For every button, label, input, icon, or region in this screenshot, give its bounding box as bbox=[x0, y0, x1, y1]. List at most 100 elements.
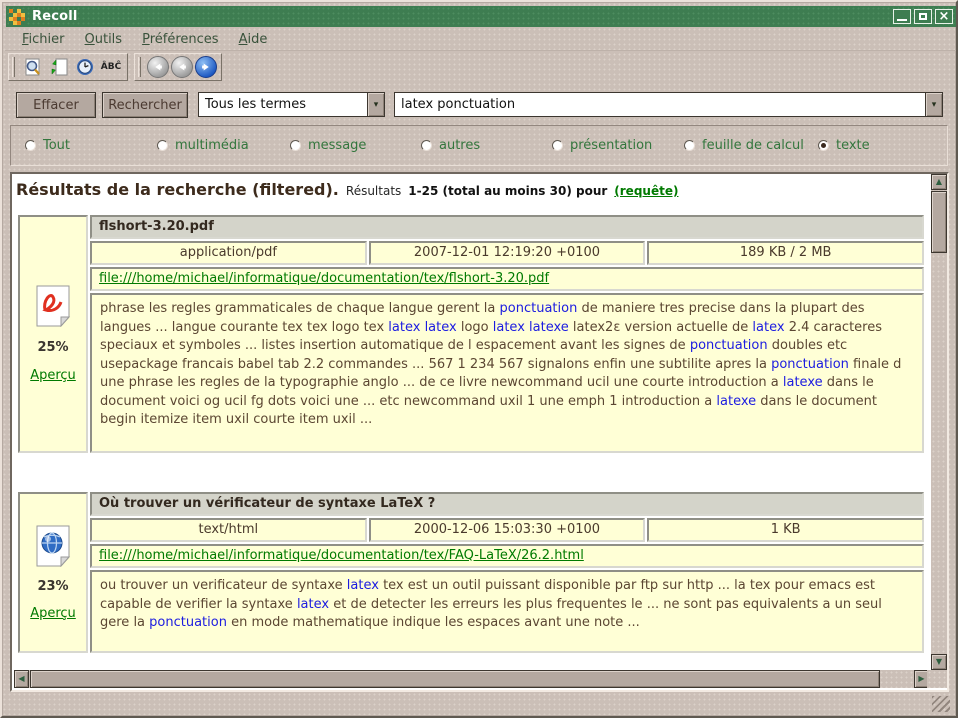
result-snippet: phrase les regles grammaticales de chaqu… bbox=[90, 293, 924, 453]
highlight-term: latex bbox=[425, 320, 457, 335]
scrollbar-corner bbox=[927, 670, 947, 688]
filter-radio-feuille-de-calcul[interactable]: feuille de calcul bbox=[684, 126, 804, 165]
sort-parameters-button[interactable] bbox=[47, 55, 71, 79]
document-sort-icon bbox=[49, 57, 69, 77]
close-icon: × bbox=[939, 10, 950, 23]
preview-link[interactable]: Aperçu bbox=[30, 606, 76, 621]
window-title: Recoll bbox=[32, 9, 78, 24]
highlight-term: latex bbox=[493, 320, 525, 335]
results-list: Résultats de la recherche (filtered). Ré… bbox=[10, 172, 949, 692]
preview-link[interactable]: Aperçu bbox=[30, 368, 76, 383]
document-history-button[interactable] bbox=[73, 55, 97, 79]
radio-icon bbox=[818, 140, 829, 151]
result-date: 2000-12-06 15:03:30 +0100 bbox=[369, 518, 646, 542]
arrow-right-icon bbox=[199, 60, 213, 74]
filter-radio-autres[interactable]: autres bbox=[421, 126, 480, 165]
category-filter-bar: Tout multimédia message autres présentat… bbox=[10, 125, 948, 166]
filter-radio-message[interactable]: message bbox=[290, 126, 366, 165]
highlight-term: latexe bbox=[716, 394, 756, 409]
next-page-button[interactable] bbox=[195, 56, 217, 78]
results-header: Résultats de la recherche (filtered). Ré… bbox=[16, 180, 678, 199]
horizontal-scrollbar[interactable]: ◀ ▶ bbox=[14, 670, 929, 688]
filter-radio-presentation[interactable]: présentation bbox=[552, 126, 652, 165]
toolbar: ÂBĈ bbox=[8, 53, 222, 81]
result-url-link[interactable]: file:///home/michael/informatique/docume… bbox=[99, 548, 584, 563]
titlebar[interactable]: Recoll × bbox=[6, 6, 956, 27]
result-item-2[interactable]: 23% Aperçu Où trouver un vérificateur de… bbox=[18, 492, 924, 653]
first-page-button[interactable] bbox=[147, 56, 169, 78]
search-query-combobox[interactable]: latex ponctuation ▾ bbox=[394, 92, 943, 117]
menu-aide[interactable]: Aide bbox=[230, 31, 277, 48]
search-button[interactable]: Rechercher bbox=[102, 92, 188, 118]
close-button[interactable]: × bbox=[935, 9, 953, 24]
relevance-percent: 23% bbox=[37, 579, 68, 594]
toolbar-handle[interactable] bbox=[138, 57, 141, 77]
menubar: Fichier Outils Préférences Aide bbox=[5, 29, 957, 51]
snippet-text: ou trouver un verificateur de syntaxe bbox=[100, 578, 347, 593]
dropdown-arrow-icon[interactable]: ▾ bbox=[367, 93, 384, 116]
snippet-text: logo bbox=[457, 320, 493, 335]
radio-icon bbox=[157, 140, 168, 151]
highlight-term: latex bbox=[297, 597, 329, 612]
search-mode-select[interactable]: Tous les termes ▾ bbox=[198, 92, 385, 117]
snippet-text: latex2ε version actuelle de bbox=[569, 320, 753, 335]
dropdown-arrow-icon[interactable]: ▾ bbox=[925, 93, 942, 116]
horizontal-scroll-thumb[interactable] bbox=[30, 670, 880, 688]
query-details-link[interactable]: (requête) bbox=[614, 184, 678, 198]
result-url-link[interactable]: file:///home/michael/informatique/docume… bbox=[99, 271, 549, 286]
radio-icon bbox=[290, 140, 301, 151]
result-snippet: ou trouver un verificateur de syntaxe la… bbox=[90, 570, 924, 653]
html-document-icon bbox=[34, 525, 72, 567]
filter-radio-tout[interactable]: Tout bbox=[25, 126, 70, 165]
result-size: 1 KB bbox=[647, 518, 924, 542]
menu-fichier[interactable]: Fichier bbox=[13, 31, 74, 48]
result-size: 189 KB / 2 MB bbox=[647, 241, 924, 265]
result-side-panel: 25% Aperçu bbox=[18, 215, 88, 453]
scroll-left-icon: ◀ bbox=[18, 675, 24, 683]
menu-outils[interactable]: Outils bbox=[76, 31, 132, 48]
highlight-term: latexe bbox=[783, 375, 823, 390]
toolbar-handle[interactable] bbox=[12, 57, 15, 77]
result-item-1[interactable]: 25% Aperçu flshort-3.20.pdf application/… bbox=[18, 215, 924, 453]
maximize-button[interactable] bbox=[914, 9, 932, 24]
toolbar-group-nav bbox=[134, 53, 222, 81]
radio-icon bbox=[421, 140, 432, 151]
search-mode-value: Tous les termes bbox=[199, 97, 367, 112]
previous-page-button[interactable] bbox=[171, 56, 193, 78]
vertical-scrollbar[interactable]: ▲ ▼ bbox=[931, 174, 947, 670]
scroll-down-button[interactable]: ▼ bbox=[931, 654, 947, 670]
show-query-detail-button[interactable] bbox=[21, 55, 45, 79]
radio-icon bbox=[25, 140, 36, 151]
minimize-button[interactable] bbox=[893, 9, 911, 24]
highlight-term: latex bbox=[347, 578, 379, 593]
result-date: 2007-12-01 12:19:20 +0100 bbox=[369, 241, 646, 265]
menu-preferences[interactable]: Préférences bbox=[133, 31, 227, 48]
result-side-panel: 23% Aperçu bbox=[18, 492, 88, 653]
clear-button[interactable]: Effacer bbox=[16, 92, 96, 118]
highlight-term: ponctuation bbox=[149, 615, 227, 630]
clock-icon bbox=[75, 57, 95, 77]
snippet-text: en mode mathematique indique les espaces… bbox=[227, 615, 640, 630]
filter-radio-multimedia[interactable]: multimédia bbox=[157, 126, 249, 165]
maximize-icon bbox=[919, 13, 927, 20]
results-title: Résultats de la recherche (filtered). bbox=[16, 180, 339, 199]
resize-grip[interactable] bbox=[932, 696, 950, 712]
radio-icon bbox=[552, 140, 563, 151]
scroll-up-button[interactable]: ▲ bbox=[931, 174, 947, 190]
highlight-term: ponctuation bbox=[500, 301, 578, 316]
vertical-scroll-thumb[interactable] bbox=[931, 191, 947, 253]
relevance-percent: 25% bbox=[37, 340, 68, 355]
scroll-right-icon: ▶ bbox=[918, 675, 924, 683]
arrow-left-icon bbox=[175, 60, 189, 74]
term-explorer-button[interactable]: ÂBĈ bbox=[99, 55, 123, 79]
filter-radio-texte[interactable]: texte bbox=[818, 126, 870, 165]
scroll-left-button[interactable]: ◀ bbox=[14, 670, 29, 688]
result-mime: text/html bbox=[90, 518, 367, 542]
arrow-left-icon bbox=[151, 60, 165, 74]
toolbar-group-tools: ÂBĈ bbox=[8, 53, 128, 81]
radio-icon bbox=[684, 140, 695, 151]
result-mime: application/pdf bbox=[90, 241, 367, 265]
highlight-term: latex bbox=[388, 320, 420, 335]
result-title: Où trouver un vérificateur de syntaxe La… bbox=[90, 492, 924, 516]
search-query-input[interactable]: latex ponctuation bbox=[395, 97, 925, 112]
